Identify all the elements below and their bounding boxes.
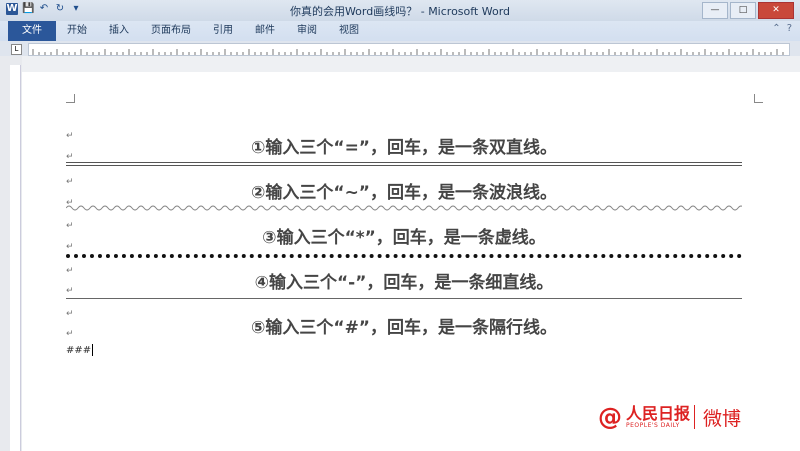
document-line-2[interactable]: ②输入三个“~”，回车，是一条波浪线。 [66, 178, 742, 203]
tab-review[interactable]: 审阅 [286, 21, 328, 41]
wavy-line [66, 205, 742, 211]
vertical-ruler[interactable] [10, 65, 21, 451]
ribbon-tabs: 文件 开始 插入 页面布局 引用 邮件 审阅 视图 [0, 21, 800, 41]
document-page[interactable] [22, 72, 800, 451]
margin-mark-left [66, 94, 75, 103]
tab-view[interactable]: 视图 [328, 21, 370, 41]
minimize-ribbon-icon[interactable]: ⌃ [772, 23, 780, 34]
margin-mark-right [754, 94, 763, 103]
ruler-strip[interactable] [28, 43, 790, 56]
horizontal-ruler[interactable]: L [0, 41, 800, 56]
double-line [66, 162, 742, 166]
title-bar: W 💾 ↶ ↻ ▾ 你真的会用Word画线吗？ - Microsoft Word… [0, 0, 800, 21]
thin-line [66, 298, 742, 299]
watermark-weibo: 微博 [703, 407, 742, 430]
tab-references[interactable]: 引用 [202, 21, 244, 41]
ribbon-tab-icons: ⌃ ? [772, 23, 792, 34]
minimize-button[interactable]: — [702, 2, 728, 19]
document-line-4[interactable]: ④输入三个“-”，回车，是一条细直线。 [66, 268, 742, 293]
close-button[interactable]: ✕ [758, 2, 794, 19]
window-title: 你真的会用Word画线吗？ - Microsoft Word [289, 5, 511, 18]
window-controls: — □ ✕ [702, 2, 794, 19]
text-cursor [92, 344, 94, 356]
tab-home[interactable]: 开始 [56, 21, 98, 41]
dotted-line [66, 254, 742, 258]
tab-insert[interactable]: 插入 [98, 21, 140, 41]
help-icon[interactable]: ? [787, 23, 792, 34]
watermark-sub: PEOPLE'S DAILY [626, 421, 680, 429]
document-line-1[interactable]: ①输入三个“=”，回车，是一条双直线。 [66, 133, 742, 158]
tab-mailings[interactable]: 邮件 [244, 21, 286, 41]
tab-file[interactable]: 文件 [8, 21, 56, 41]
watermark-brand-block: 人民日报 PEOPLE'S DAILY [626, 403, 691, 429]
document-line-3[interactable]: ③输入三个“*”，回车，是一条虚线。 [66, 223, 742, 248]
document-line-5[interactable]: ⑤输入三个“#”，回车，是一条隔行线。 [66, 313, 742, 338]
watermark-at: @ [598, 403, 622, 431]
maximize-button[interactable]: □ [730, 2, 756, 19]
watermark-divider [694, 405, 696, 429]
watermark-brand: 人民日报 [626, 403, 691, 423]
typed-text: ### [66, 345, 92, 356]
watermark: @ 人民日报 PEOPLE'S DAILY 微博 [598, 397, 758, 437]
ruler-ticks [32, 49, 784, 55]
typing-line[interactable]: ### [66, 344, 94, 356]
tab-selector[interactable]: L [11, 44, 22, 55]
tab-page-layout[interactable]: 页面布局 [140, 21, 202, 41]
